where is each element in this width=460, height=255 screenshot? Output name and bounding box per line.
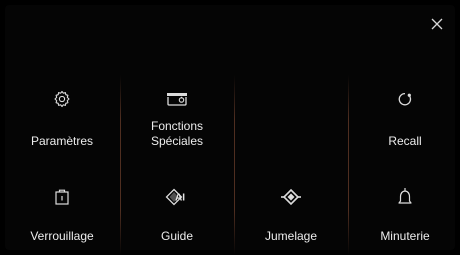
timer-bell-icon <box>397 186 413 208</box>
menu-item-label: Verrouillage <box>30 229 94 243</box>
menu-item-label: Jumelage <box>264 229 318 243</box>
menu-item-verrouillage[interactable]: Verrouillage <box>5 186 119 244</box>
close-button[interactable] <box>427 14 447 34</box>
menu-item-recall[interactable]: Recall <box>348 88 460 149</box>
gear-icon <box>53 88 71 110</box>
menu-item-label: Fonctions Spéciales <box>150 119 204 148</box>
menu-screen: Paramètres Fonctions Spéciales Recall Ve… <box>0 0 460 255</box>
menu-item-label: Minuterie <box>380 229 430 243</box>
menu-item-label: Guide <box>160 229 194 243</box>
recall-icon <box>396 88 414 110</box>
menu-item-jumelage[interactable]: Jumelage <box>234 186 348 244</box>
lock-icon <box>54 186 70 208</box>
menu-item-minuterie[interactable]: Minuterie <box>348 186 460 244</box>
pairing-icon <box>280 186 302 208</box>
menu-item-guide[interactable]: AI Guide <box>120 186 234 244</box>
menu-item-label: Recall <box>388 134 422 148</box>
menu-item-fonctions-speciales[interactable]: Fonctions Spéciales <box>120 88 234 149</box>
menu-item-label: Paramètres <box>30 134 94 148</box>
svg-text:AI: AI <box>175 193 185 204</box>
ai-guide-icon: AI <box>165 186 189 208</box>
special-functions-icon <box>165 88 189 110</box>
menu-item-parametres[interactable]: Paramètres <box>5 88 119 149</box>
close-icon <box>431 18 443 30</box>
